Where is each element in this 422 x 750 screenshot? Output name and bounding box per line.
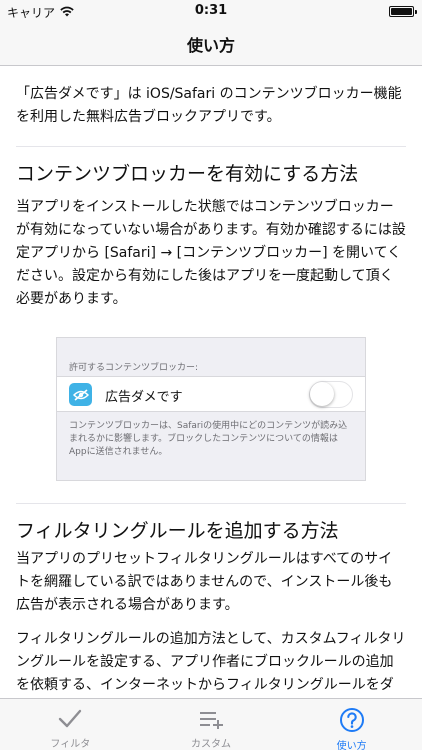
status-bar: キャリア 0:31 bbox=[0, 0, 422, 22]
question-circle-icon bbox=[339, 707, 365, 733]
settings-footer-text: コンテンツブロッカーは、Safariの使用中にどのコンテンツが読み込まれるかに影… bbox=[69, 421, 348, 457]
page-title: 使い方 bbox=[186, 35, 235, 55]
settings-row-label: 広告ダメです bbox=[105, 390, 183, 405]
section-divider bbox=[16, 503, 406, 504]
navigation-bar: 使い方 bbox=[0, 22, 422, 66]
status-time: 0:31 bbox=[194, 3, 228, 18]
settings-section-header: 許可するコンテンツブロッカー: bbox=[69, 363, 199, 373]
tab-howto[interactable]: 使い方 bbox=[281, 699, 422, 750]
checkmark-icon bbox=[58, 707, 82, 731]
section-title-enable-blocker: コンテンツブロッカーを有効にする方法 bbox=[16, 163, 359, 185]
section-body-enable-blocker: 当アプリをインストールした状態ではコンテンツブロッカーが有効になっていない場合が… bbox=[16, 199, 406, 307]
settings-row: 広告ダメです bbox=[57, 376, 365, 412]
battery-icon bbox=[389, 6, 417, 17]
tab-custom-label: カスタム bbox=[191, 739, 231, 750]
eye-slash-icon bbox=[69, 383, 92, 406]
tab-bar: フィルタ カスタム 使い方 bbox=[0, 698, 422, 750]
section-divider bbox=[16, 146, 406, 147]
toggle-knob bbox=[310, 382, 334, 406]
content-scroll-area[interactable]: 「広告ダメです」は iOS/Safari のコンテンツブロッカー機能を利用した無… bbox=[0, 66, 422, 698]
intro-text: 「広告ダメです」は iOS/Safari のコンテンツブロッカー機能を利用した無… bbox=[16, 86, 402, 125]
tab-filter[interactable]: フィルタ bbox=[0, 699, 141, 750]
tab-custom[interactable]: カスタム bbox=[141, 699, 282, 750]
section-body-filter-rules-1: 当アプリのプリセットフィルタリングルールはすべてのサイトを網羅している訳ではあり… bbox=[16, 551, 393, 613]
section-title-filter-rules: フィルタリングルールを追加する方法 bbox=[16, 520, 339, 542]
list-add-icon bbox=[198, 707, 224, 731]
tab-filter-label: フィルタ bbox=[50, 739, 91, 750]
settings-screenshot: 許可するコンテンツブロッカー: 広告ダメです コンテンツブロッカーは、Safar… bbox=[56, 337, 366, 481]
blocker-toggle bbox=[309, 381, 353, 408]
tab-howto-label: 使い方 bbox=[336, 741, 367, 750]
section-body-filter-rules-2: フィルタリングルールの追加方法として、カスタムフィルタリングルールを設定する、ア… bbox=[16, 631, 406, 693]
